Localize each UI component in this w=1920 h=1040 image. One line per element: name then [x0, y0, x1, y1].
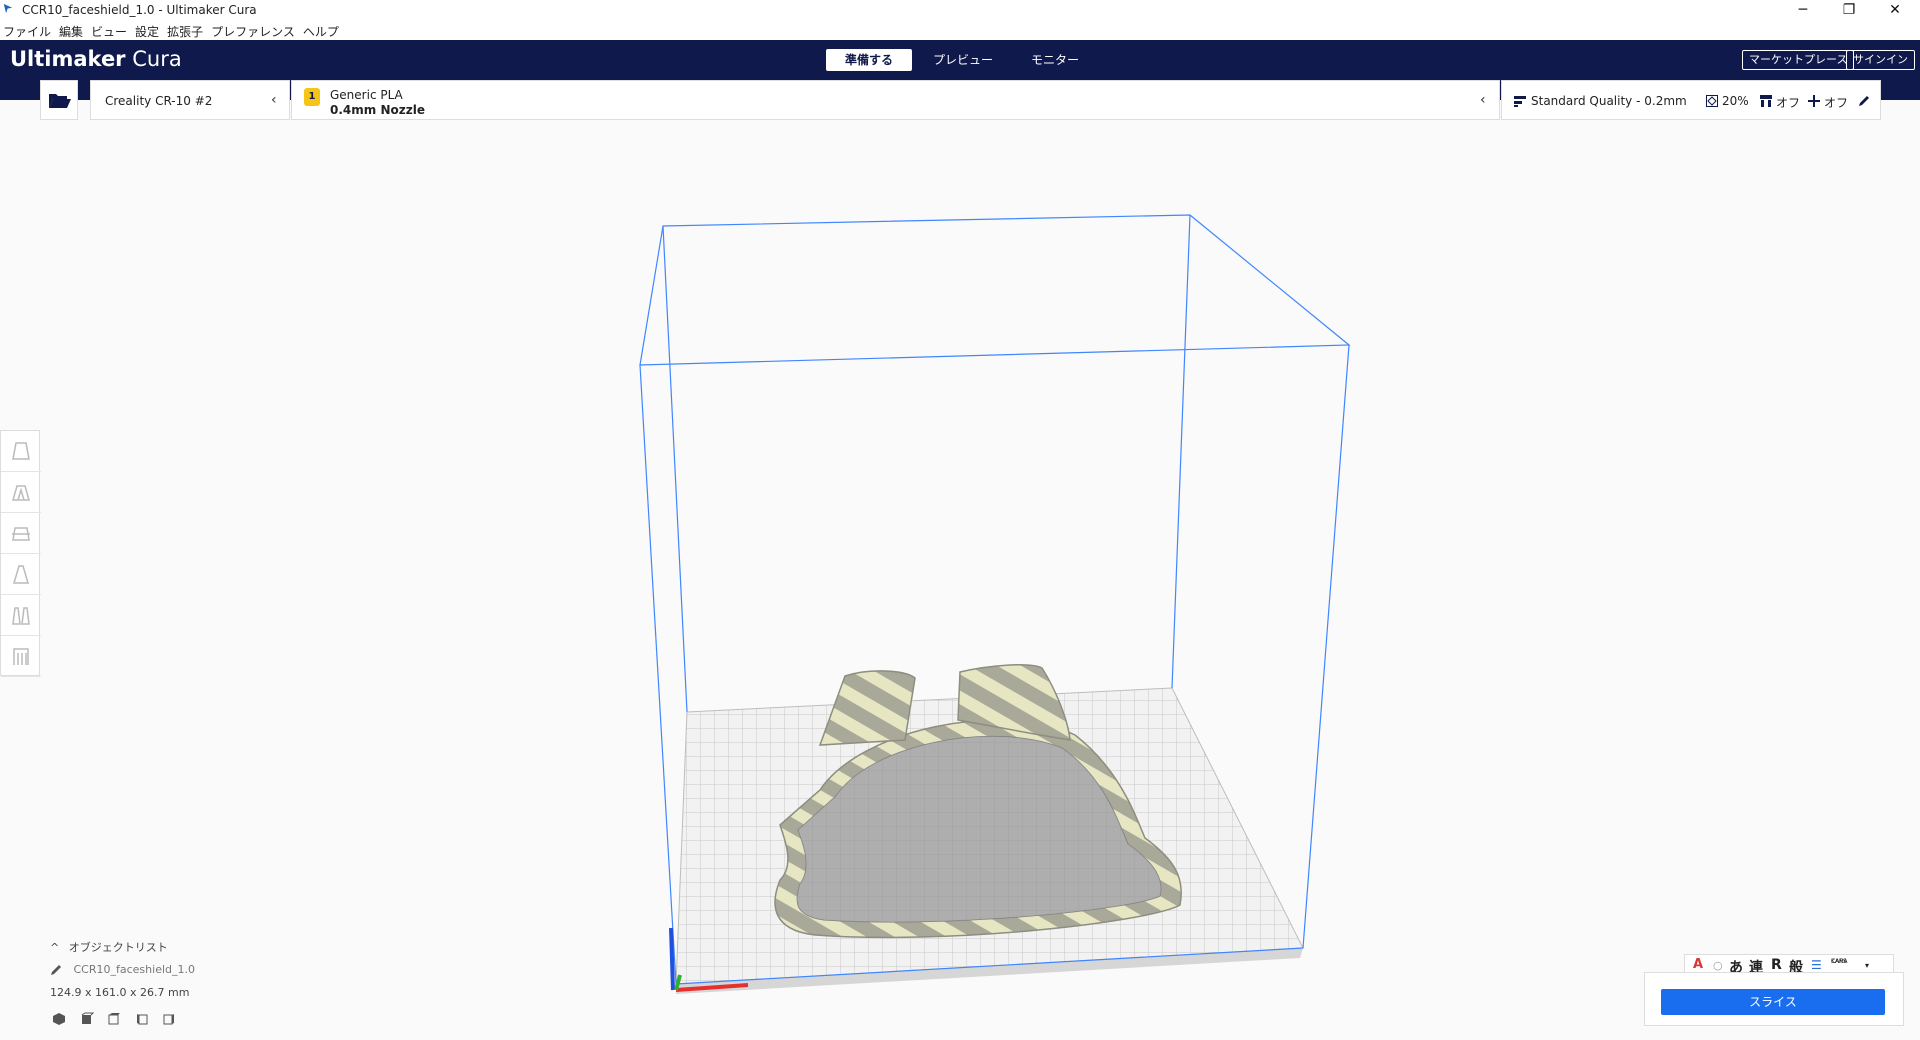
object-list-item[interactable]: CCR10_faceshield_1.0 [50, 963, 195, 976]
view-buttons [52, 1012, 176, 1029]
view-right-icon[interactable] [162, 1012, 176, 1026]
object-list-toggle[interactable]: ^ オブジェクトリスト [50, 939, 168, 955]
slice-panel: スライス [1644, 972, 1904, 1026]
object-file-name: CCR10_faceshield_1.0 [73, 963, 196, 976]
chevron-up-icon: ^ [50, 941, 60, 954]
object-dimensions: 124.9 x 161.0 x 26.7 mm [50, 986, 190, 999]
view-left-icon[interactable] [135, 1012, 149, 1026]
ime-dropdown-icon[interactable]: ▾ [1865, 961, 1869, 970]
ime-pad-icon[interactable]: ☰ [1811, 958, 1822, 972]
view-front-icon[interactable] [80, 1012, 94, 1026]
slice-button[interactable]: スライス [1661, 989, 1885, 1015]
viewport-3d[interactable] [0, 0, 1920, 1040]
object-list-label: オブジェクトリスト [68, 941, 168, 954]
ime-r[interactable]: R [1771, 957, 1782, 973]
view-3d-icon[interactable] [52, 1012, 66, 1026]
pencil-icon [51, 965, 61, 975]
ime-circle-icon[interactable]: ○ [1713, 959, 1723, 972]
ime-logo-icon[interactable]: A [1693, 957, 1703, 972]
view-top-icon[interactable] [107, 1012, 121, 1026]
